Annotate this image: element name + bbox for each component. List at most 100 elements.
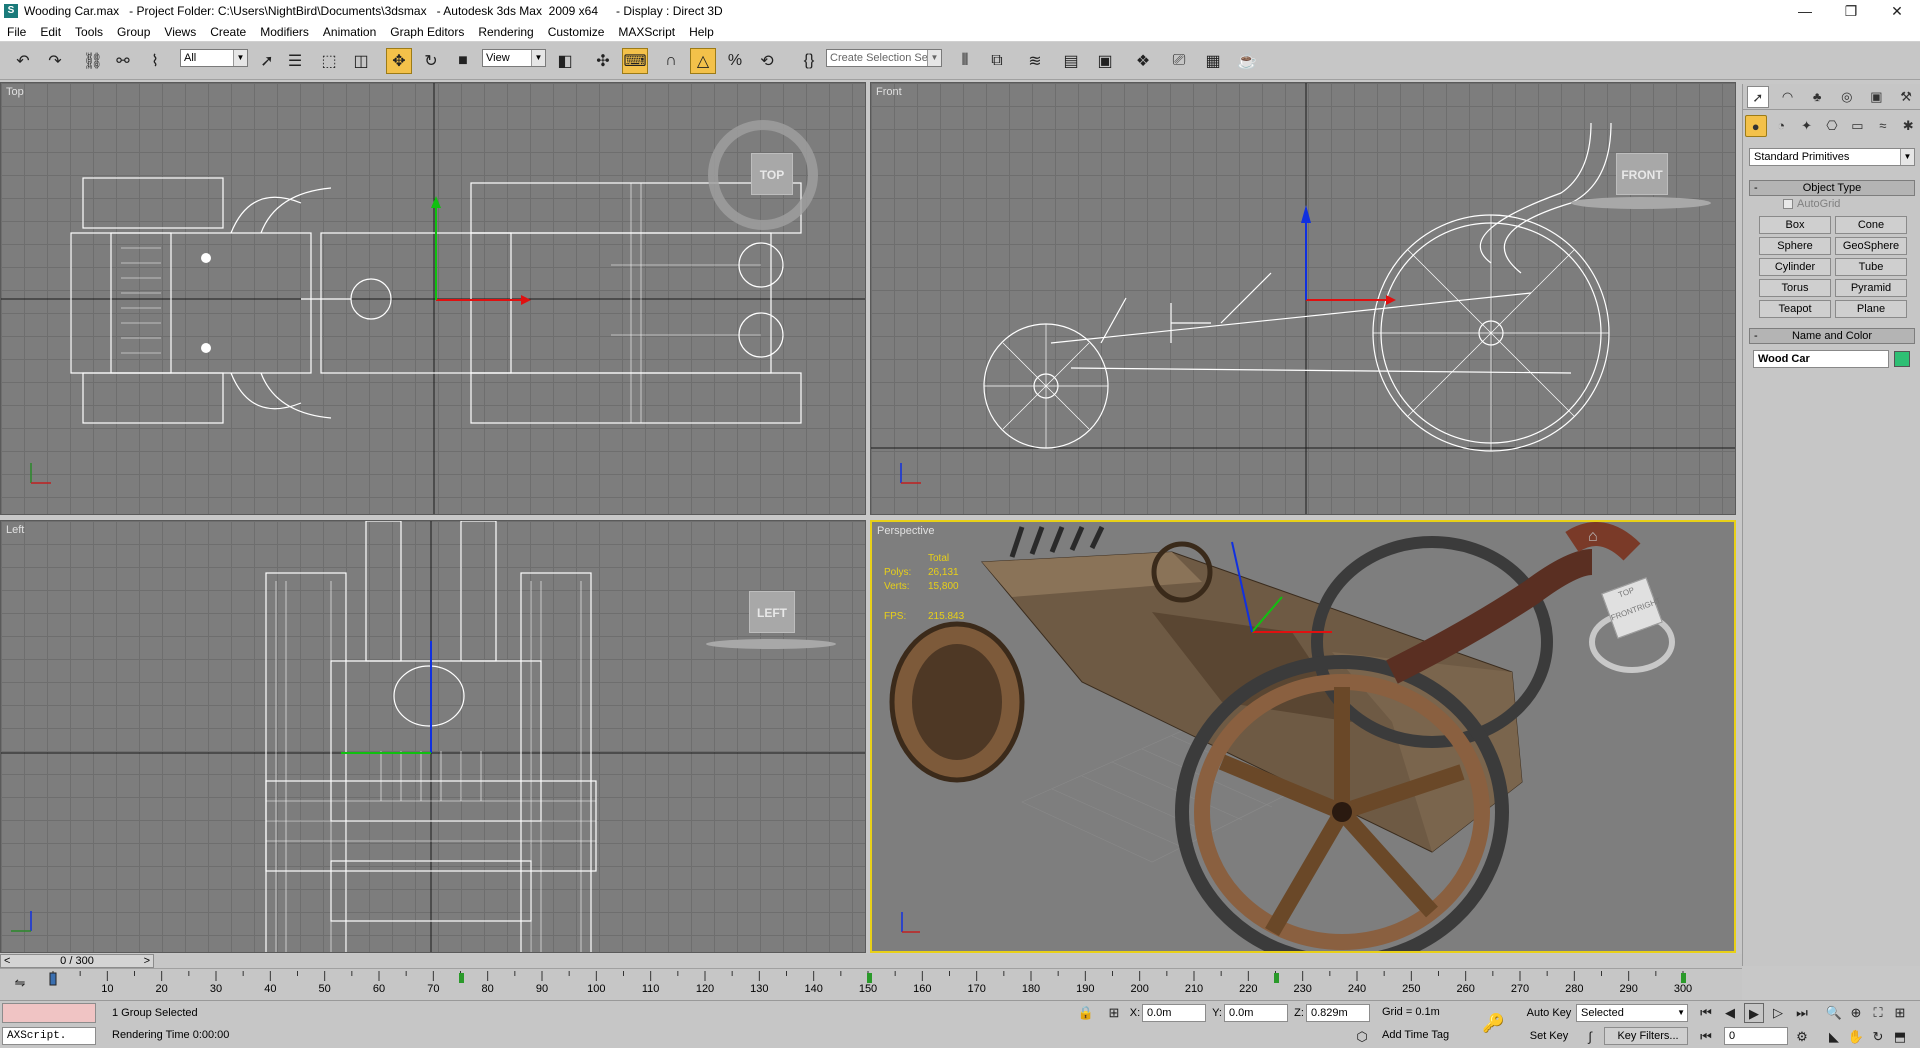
pan-icon[interactable]: ✋ <box>1846 1027 1866 1047</box>
set-key-button[interactable]: Set Key <box>1524 1027 1574 1045</box>
name-color-rollout[interactable]: - Name and Color <box>1749 328 1915 344</box>
viewcube-front-face[interactable]: FRONT <box>1610 605 1639 623</box>
auto-key-button[interactable]: Auto Key <box>1524 1004 1574 1022</box>
add-time-tag-button[interactable]: Add Time Tag <box>1378 1027 1478 1045</box>
named-selection-set-field[interactable]: Create Selection Set ▼ <box>826 49 942 67</box>
viewcube-left[interactable]: LEFT <box>749 591 795 633</box>
track-bar[interactable]: ⇋ 10 20 30 40 50 60 70 80 90 100 110 120 130 140 150 16… <box>0 968 1742 1000</box>
viewport-perspective[interactable]: Perspective Total Polys: 26,131 Verts: 1… <box>870 520 1736 953</box>
helpers-icon[interactable]: ▭ <box>1846 115 1868 137</box>
object-name-field[interactable]: Wood Car <box>1753 350 1889 368</box>
spinner-snap-icon[interactable]: ⟲ <box>754 48 780 74</box>
absolute-mode-icon[interactable]: ⊞ <box>1104 1003 1124 1023</box>
torus-button[interactable]: Torus <box>1759 279 1831 297</box>
maxscript-listener-pink[interactable] <box>2 1003 96 1023</box>
time-tag-icon[interactable]: ⬡ <box>1352 1027 1372 1047</box>
tube-button[interactable]: Tube <box>1835 258 1907 276</box>
zoom-extents-all-icon[interactable]: ⊞ <box>1890 1003 1910 1023</box>
menu-create[interactable]: Create <box>203 25 253 39</box>
render-setup-icon[interactable]: ⎚ <box>1166 48 1192 74</box>
menu-rendering[interactable]: Rendering <box>471 25 540 39</box>
unlink-icon[interactable]: ⚯ <box>110 48 136 74</box>
primitive-category-dropdown[interactable]: Standard Primitives ▼ <box>1749 148 1915 166</box>
percent-snap-icon[interactable]: % <box>722 48 748 74</box>
cone-button[interactable]: Cone <box>1835 216 1907 234</box>
selection-filter-dropdown[interactable]: All ▼ <box>180 49 248 67</box>
viewcube-front[interactable]: FRONT <box>1616 153 1668 195</box>
select-by-name-icon[interactable]: ☰ <box>282 48 308 74</box>
zoom-all-icon[interactable]: ⊕ <box>1846 1003 1866 1023</box>
orbit-icon[interactable]: ↻ <box>1868 1027 1888 1047</box>
menu-maxscript[interactable]: MAXScript <box>611 25 682 39</box>
angle-snap-icon[interactable]: △ <box>690 48 716 74</box>
plane-button[interactable]: Plane <box>1835 300 1907 318</box>
prev-frame-arrow-icon[interactable]: < <box>4 955 10 967</box>
key-mode-dropdown[interactable]: Selected ▼ <box>1576 1004 1688 1022</box>
utilities-tab-icon[interactable]: ⚒ <box>1895 86 1917 108</box>
undo-icon[interactable]: ↶ <box>10 48 36 74</box>
zoom-icon[interactable]: 🔍 <box>1824 1003 1844 1023</box>
window-crossing-icon[interactable]: ◫ <box>348 48 374 74</box>
geometry-icon[interactable]: ● <box>1744 115 1767 137</box>
create-tab-icon[interactable]: ➚ <box>1746 85 1769 108</box>
box-button[interactable]: Box <box>1759 216 1831 234</box>
select-rotate-icon[interactable]: ↻ <box>418 48 444 74</box>
zoom-extents-icon[interactable]: ⛶ <box>1868 1003 1888 1023</box>
menu-edit[interactable]: Edit <box>33 25 68 39</box>
material-editor-icon[interactable]: ❖ <box>1130 48 1156 74</box>
next-frame-icon[interactable]: ▷ <box>1768 1003 1788 1023</box>
object-type-rollout[interactable]: - Object Type <box>1749 180 1915 196</box>
z-coordinate-field[interactable]: 0.829m <box>1306 1004 1370 1022</box>
autogrid-checkbox[interactable]: AutoGrid <box>1783 198 1840 210</box>
play-icon[interactable]: ▶ <box>1744 1003 1764 1023</box>
app-icon[interactable]: S <box>4 4 18 18</box>
menu-group[interactable]: Group <box>110 25 157 39</box>
viewcube-right-face[interactable]: RIGHT <box>1636 596 1662 613</box>
key-mode-toggle-icon[interactable]: ⏮ <box>1696 1027 1716 1047</box>
keyboard-shortcut-override-icon[interactable]: ⌨ <box>622 48 648 74</box>
redo-icon[interactable]: ↷ <box>42 48 68 74</box>
ref-coord-dropdown[interactable]: View ▼ <box>482 49 546 67</box>
schematic-view-icon[interactable]: ▣ <box>1092 48 1118 74</box>
render-teapot-icon[interactable]: ☕ <box>1234 48 1260 74</box>
align-icon[interactable]: ⧉ <box>984 48 1010 74</box>
time-slider[interactable]: < 0 / 300 > <box>0 954 1742 968</box>
viewport-top[interactable]: Top TOP <box>0 82 866 515</box>
maxscript-mini-listener[interactable]: AXScript. <box>2 1027 96 1045</box>
sphere-button[interactable]: Sphere <box>1759 237 1831 255</box>
time-slider-thumb[interactable]: < 0 / 300 > <box>0 954 154 968</box>
menu-graph-editors[interactable]: Graph Editors <box>383 25 471 39</box>
teapot-button[interactable]: Teapot <box>1759 300 1831 318</box>
home-icon[interactable]: ⌂ <box>1588 528 1598 546</box>
shapes-icon[interactable]: ◔ <box>1770 115 1792 137</box>
lights-icon[interactable]: ✦ <box>1796 115 1818 137</box>
rendered-frame-window-icon[interactable]: ▦ <box>1200 48 1226 74</box>
motion-tab-icon[interactable]: ◎ <box>1836 86 1858 108</box>
cylinder-button[interactable]: Cylinder <box>1759 258 1831 276</box>
link-icon[interactable]: ⛓ <box>80 48 106 74</box>
close-button[interactable]: ✕ <box>1874 0 1920 22</box>
default-tangents-icon[interactable]: ∫ <box>1580 1027 1600 1047</box>
viewcube-top[interactable]: TOP <box>751 153 793 195</box>
menu-file[interactable]: File <box>0 25 33 39</box>
viewport-left[interactable]: Left LEFT <box>0 520 866 953</box>
lock-selection-icon[interactable]: 🔒 <box>1076 1003 1096 1023</box>
next-frame-arrow-icon[interactable]: > <box>144 955 150 967</box>
current-frame-field[interactable]: 0 <box>1724 1027 1788 1045</box>
menu-tools[interactable]: Tools <box>68 25 110 39</box>
bind-space-warp-icon[interactable]: ⌇ <box>142 48 168 74</box>
menu-views[interactable]: Views <box>157 25 203 39</box>
menu-animation[interactable]: Animation <box>316 25 383 39</box>
snaps-toggle-icon[interactable]: ∩ <box>658 48 684 74</box>
pivot-center-icon[interactable]: ◧ <box>552 48 578 74</box>
maximize-viewport-icon[interactable]: ⬒ <box>1890 1027 1910 1047</box>
menu-customize[interactable]: Customize <box>541 25 612 39</box>
previous-frame-icon[interactable]: ◀ <box>1720 1003 1740 1023</box>
display-tab-icon[interactable]: ▣ <box>1865 86 1887 108</box>
mirror-icon[interactable]: ⫴ <box>952 48 978 74</box>
cameras-icon[interactable]: ⎔ <box>1821 115 1843 137</box>
key-filters-button[interactable]: Key Filters... <box>1604 1027 1688 1045</box>
edit-named-sets-icon[interactable]: {} <box>796 48 822 74</box>
menu-modifiers[interactable]: Modifiers <box>253 25 316 39</box>
select-object-icon[interactable]: ➚ <box>254 48 280 74</box>
